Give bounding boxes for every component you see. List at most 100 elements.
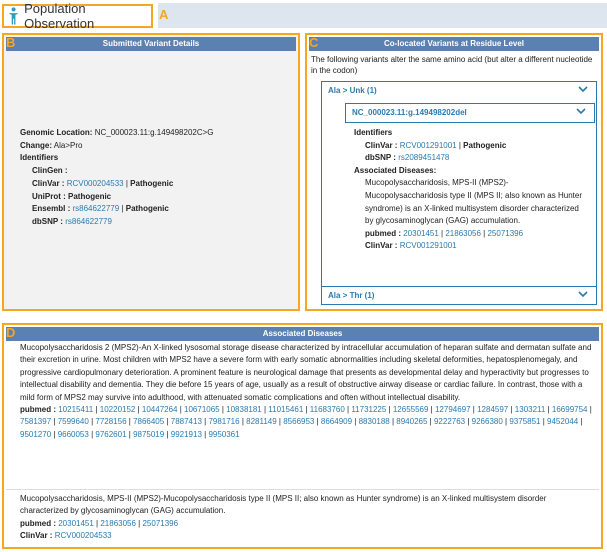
genomic-location-value: NC_000023.11:g.149498202C>G — [94, 128, 214, 137]
pubmed-link[interactable]: 25071396 — [487, 229, 523, 238]
pubmed-link[interactable]: 7581397 — [20, 417, 51, 426]
pubmed-link[interactable]: 7599640 — [58, 417, 89, 426]
colocated-details: Identifiers ClinVar : RCV001291001 | Pat… — [354, 127, 589, 253]
top-bar-strip — [158, 3, 607, 28]
separator: | — [125, 178, 128, 188]
pubmed-link[interactable]: 10671065 — [184, 405, 220, 414]
panel-d-header: Associated Diseases — [6, 327, 599, 341]
accordion-ala-thr[interactable]: Ala > Thr (1) — [321, 286, 597, 305]
pubmed-link[interactable]: 9266380 — [472, 417, 503, 426]
top-bar: Population Observation A — [0, 0, 607, 31]
clinvar-label: ClinVar : — [32, 178, 65, 188]
ensembl-significance: Pathogenic — [125, 204, 169, 214]
pubmed-link[interactable]: 9452044 — [547, 417, 578, 426]
pubmed-link[interactable]: 21863056 — [100, 519, 136, 528]
colocated-dbsnp-link[interactable]: rs2089451478 — [398, 153, 449, 162]
pubmed-link[interactable]: 11683760 — [310, 405, 345, 414]
submitted-variant-panel: Submitted Variant Details Genomic Locati… — [2, 33, 300, 311]
pubmed-link[interactable]: 16699754 — [552, 405, 588, 414]
colocated-clinvar-link[interactable]: RCV001291001 — [400, 141, 457, 150]
chevron-down-icon[interactable] — [578, 85, 588, 93]
colocated-pubmed-list: 20301451 | 21863056 | 25071396 — [403, 229, 523, 238]
panel-b-header: Submitted Variant Details — [6, 37, 296, 51]
uniprot-label: UniProt : — [32, 191, 66, 201]
annotation-label-d: D — [6, 325, 16, 340]
disease-1-pubmed-label: pubmed : — [20, 405, 56, 415]
pubmed-link[interactable]: 9501270 — [20, 430, 51, 439]
disease-block-2: Mucopolysaccharidosis, MPS-II (MPS2)-Muc… — [20, 493, 596, 543]
pubmed-link[interactable]: 9875019 — [133, 430, 164, 439]
divider — [6, 489, 599, 490]
separator: | — [121, 204, 124, 214]
pubmed-link[interactable]: 7887413 — [171, 417, 202, 426]
pubmed-link[interactable]: 12655569 — [393, 405, 429, 414]
variant-details: Genomic Location: NC_000023.11:g.1494982… — [20, 127, 214, 229]
pubmed-link[interactable]: 7728156 — [95, 417, 126, 426]
accordion-ala-thr-title[interactable]: Ala > Thr (1) — [328, 291, 374, 300]
pubmed-link[interactable]: 9660053 — [58, 430, 89, 439]
genomic-location-label: Genomic Location: — [20, 128, 93, 137]
pubmed-link[interactable]: 9762601 — [95, 430, 126, 439]
pubmed-link[interactable]: 7981716 — [208, 417, 239, 426]
chevron-down-icon[interactable] — [578, 290, 588, 298]
disease-2-clinvar-link[interactable]: RCV000204533 — [55, 531, 112, 540]
pubmed-link[interactable]: 12794697 — [435, 405, 471, 414]
pubmed-link[interactable]: 9222763 — [434, 417, 465, 426]
colocated-clinvar2-label: ClinVar : — [365, 241, 398, 251]
pubmed-link[interactable]: 9921913 — [171, 430, 202, 439]
dbsnp-label: dbSNP : — [32, 216, 63, 226]
pubmed-link[interactable]: 7866405 — [133, 417, 164, 426]
disease-block-1: Mucopolysaccharidosis 2 (MPS2)-An X-link… — [20, 342, 596, 441]
pubmed-link[interactable]: 25071396 — [142, 519, 178, 528]
person-icon — [8, 7, 19, 25]
accordion-variant-del-title[interactable]: NC_000023.11:g.149498202del — [352, 108, 467, 117]
colocated-assoc-label: Associated Diseases: — [354, 165, 437, 175]
pubmed-link[interactable]: 11731225 — [351, 405, 386, 414]
pubmed-link[interactable]: 20301451 — [403, 229, 439, 238]
colocated-clinvar2-link[interactable]: RCV001291001 — [400, 241, 457, 250]
disease-1-text: Mucopolysaccharidosis 2 (MPS2)-An X-link… — [20, 343, 592, 402]
pubmed-link[interactable]: 8664909 — [321, 417, 352, 426]
clinvar-significance: Pathogenic — [130, 178, 174, 188]
colocated-clinvar-significance: Pathogenic — [463, 140, 507, 150]
change-value: Ala>Pro — [53, 140, 83, 150]
pubmed-link[interactable]: 8940265 — [396, 417, 427, 426]
accordion-ala-unk[interactable]: Ala > Unk (1) NC_000023.11:g.149498202de… — [321, 81, 597, 292]
pubmed-link[interactable]: 9950361 — [208, 430, 239, 439]
dbsnp-link[interactable]: rs864622779 — [65, 217, 112, 226]
pubmed-link[interactable]: 10215411 — [58, 405, 93, 414]
separator: | — [458, 140, 461, 150]
annotation-label-c: C — [309, 35, 319, 50]
clinvar-link[interactable]: RCV000204533 — [67, 179, 124, 188]
page-title-box: Population Observation — [2, 1, 153, 31]
disease-2-text: Mucopolysaccharidosis, MPS-II (MPS2)-Muc… — [20, 494, 547, 516]
pubmed-link[interactable]: 8566953 — [283, 417, 314, 426]
ensembl-link[interactable]: rs864622779 — [72, 204, 119, 213]
pubmed-link[interactable]: 11015461 — [268, 405, 303, 414]
colocated-identifiers-label: Identifiers — [354, 128, 393, 137]
disease-1-pubmed-list: 10215411 | 10220152 | 10447264 | 1067106… — [20, 405, 592, 439]
pubmed-link[interactable]: 10220152 — [100, 405, 136, 414]
pubmed-link[interactable]: 10838181 — [226, 405, 262, 414]
pubmed-link[interactable]: 20301451 — [58, 519, 94, 528]
colocated-intro: The following variants alter the same am… — [311, 55, 593, 75]
pubmed-link[interactable]: 10447264 — [142, 405, 178, 414]
ensembl-label: Ensembl : — [32, 204, 71, 214]
pubmed-link[interactable]: 1284597 — [477, 405, 508, 414]
page-title: Population Observation — [24, 1, 95, 31]
accordion-variant-del[interactable]: NC_000023.11:g.149498202del — [345, 103, 595, 123]
colocated-variants-panel: Co-located Variants at Residue Level The… — [305, 33, 603, 311]
separator: | — [578, 417, 583, 427]
accordion-ala-unk-title[interactable]: Ala > Unk (1) — [328, 86, 377, 95]
panel-c-header: Co-located Variants at Residue Level — [309, 37, 599, 51]
pubmed-link[interactable]: 1303211 — [515, 405, 546, 414]
separator: | — [587, 405, 592, 415]
pubmed-link[interactable]: 21863056 — [445, 229, 481, 238]
uniprot-significance: Pathogenic — [68, 191, 112, 201]
pubmed-link[interactable]: 8830188 — [359, 417, 390, 426]
pubmed-link[interactable]: 8281149 — [246, 417, 277, 426]
colocated-clinvar-label: ClinVar : — [365, 140, 398, 150]
disease-2-pubmed-label: pubmed : — [20, 518, 56, 528]
pubmed-link[interactable]: 9375851 — [509, 417, 540, 426]
chevron-down-icon[interactable] — [576, 107, 586, 115]
